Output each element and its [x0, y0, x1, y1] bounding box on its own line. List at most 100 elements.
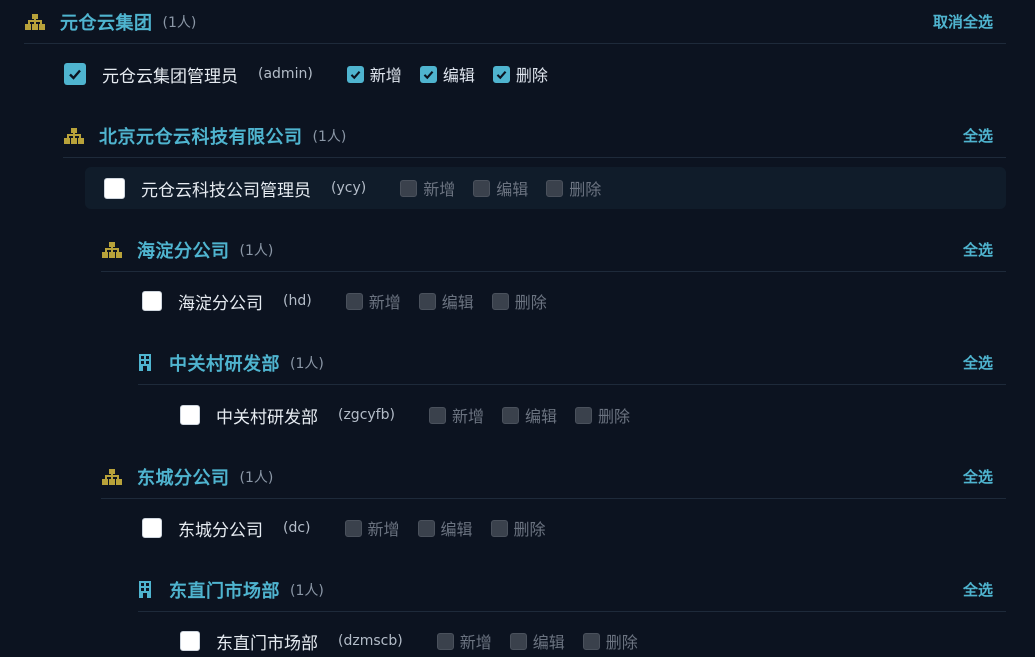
- checkbox-add: [428, 406, 446, 424]
- checkbox-delete: [546, 179, 564, 197]
- checkbox-delete: [582, 632, 600, 650]
- perm-label: 删除: [515, 66, 548, 85]
- user-name: 元仓云集团管理员: [102, 66, 238, 87]
- user-name: 东城分公司: [178, 520, 263, 541]
- perm-label: 删除: [513, 520, 546, 539]
- group-title: 北京元仓云科技有限公司: [99, 126, 303, 148]
- user-checkbox[interactable]: [142, 518, 162, 538]
- perm-label: 编辑: [524, 407, 557, 426]
- perm-delete: 删除: [582, 629, 638, 653]
- group-count: (1人): [290, 582, 324, 599]
- group-header-haidian: 海淀分公司 (1人) 全选: [101, 228, 1006, 272]
- user-code: (dc): [283, 520, 311, 536]
- group-title: 海淀分公司: [137, 240, 230, 262]
- select-all-button[interactable]: 全选: [963, 239, 993, 260]
- org-tree-icon: [24, 13, 46, 31]
- select-all-button[interactable]: 全选: [963, 125, 993, 146]
- perm-add: 新增: [400, 176, 455, 200]
- checkbox-add: [344, 519, 362, 537]
- perm-edit: 编辑: [509, 629, 565, 653]
- perm-label: 编辑: [532, 633, 565, 652]
- group-header-beijing: 北京元仓云科技有限公司 (1人) 全选: [63, 114, 1006, 158]
- perm-label: 删除: [569, 180, 602, 199]
- perm-delete: 删除: [575, 403, 630, 427]
- checkbox-add: [345, 292, 363, 310]
- user-name: 东直门市场部: [216, 633, 318, 654]
- perm-label: 编辑: [441, 293, 474, 312]
- perm-label: 删除: [598, 407, 631, 426]
- user-code: (admin): [258, 66, 313, 82]
- deselect-all-button[interactable]: 取消全选: [933, 11, 993, 32]
- user-code: (ycy): [331, 180, 367, 196]
- user-name: 元仓云科技公司管理员: [141, 180, 311, 201]
- building-icon: [138, 354, 152, 372]
- perm-edit[interactable]: 编辑: [419, 62, 475, 86]
- building-icon: [138, 581, 152, 599]
- org-tree-icon: [101, 241, 123, 259]
- perm-label: 编辑: [440, 520, 473, 539]
- user-name: 海淀分公司: [178, 293, 263, 314]
- user-checkbox[interactable]: [142, 291, 162, 311]
- checkbox-add[interactable]: [346, 65, 364, 83]
- group-header-dongcheng: 东城分公司 (1人) 全选: [101, 455, 1006, 499]
- org-tree-icon: [101, 468, 123, 486]
- perm-label: 删除: [605, 633, 638, 652]
- checkbox-add: [400, 179, 418, 197]
- user-code: (hd): [283, 293, 312, 309]
- permission-tree: 元仓云集团 (1人) 取消全选 元仓云集团管理员 (admin) 新增 编辑 删…: [0, 0, 1035, 657]
- checkbox-delete[interactable]: [492, 65, 510, 83]
- user-row-hd: 海淀分公司 (hd) 新增 编辑 删除: [142, 280, 565, 322]
- user-code: (dzmscb): [338, 633, 403, 649]
- checkbox-add: [436, 632, 454, 650]
- user-row-admin: 元仓云集团管理员 (admin) 新增 编辑 删除: [64, 53, 566, 95]
- user-checkbox[interactable]: [180, 631, 200, 651]
- checkbox-edit: [473, 179, 491, 197]
- user-checkbox[interactable]: [104, 177, 125, 199]
- group-count: (1人): [162, 14, 197, 31]
- perm-label: 新增: [367, 520, 400, 539]
- checkbox-delete: [491, 292, 509, 310]
- group-title: 元仓云集团: [60, 12, 153, 34]
- checkbox-edit[interactable]: [419, 65, 437, 83]
- perm-add[interactable]: 新增: [346, 62, 402, 86]
- checkbox-delete: [490, 519, 508, 537]
- user-row-zgcyfb: 中关村研发部 (zgcyfb) 新增 编辑 删除: [180, 394, 648, 436]
- perm-add: 新增: [436, 629, 492, 653]
- perm-label: 新增: [423, 180, 456, 199]
- perm-add: 新增: [344, 516, 400, 540]
- select-all-button[interactable]: 全选: [963, 579, 993, 600]
- checkbox-edit: [501, 406, 519, 424]
- select-all-button[interactable]: 全选: [963, 352, 993, 373]
- checkbox-edit: [509, 632, 527, 650]
- checkbox-edit: [417, 519, 435, 537]
- perm-label: 新增: [459, 633, 492, 652]
- perm-label: 新增: [369, 66, 402, 85]
- perm-label: 编辑: [496, 180, 529, 199]
- group-header-dongzhimen: 东直门市场部 (1人) 全选: [138, 568, 1006, 612]
- group-title: 中关村研发部: [169, 353, 280, 375]
- perm-label: 删除: [514, 293, 547, 312]
- perm-add: 新增: [428, 403, 484, 427]
- perm-edit: 编辑: [473, 176, 528, 200]
- user-checkbox[interactable]: [64, 63, 86, 85]
- perm-delete: 删除: [490, 516, 546, 540]
- perm-delete: 删除: [546, 176, 601, 200]
- perm-add: 新增: [345, 289, 401, 313]
- select-all-button[interactable]: 全选: [963, 466, 993, 487]
- checkbox-edit: [418, 292, 436, 310]
- org-tree-icon: [63, 127, 85, 145]
- user-row-dc: 东城分公司 (dc) 新增 编辑 删除: [142, 507, 564, 549]
- group-title: 东城分公司: [137, 467, 230, 489]
- user-row-ycy: 元仓云科技公司管理员 (ycy) 新增 编辑 删除: [85, 167, 1006, 209]
- user-row-dzmscb: 东直门市场部 (dzmscb) 新增 编辑 删除: [180, 620, 656, 657]
- group-title: 东直门市场部: [169, 580, 280, 602]
- user-name: 中关村研发部: [216, 407, 318, 428]
- group-count: (1人): [239, 242, 274, 259]
- perm-delete[interactable]: 删除: [492, 62, 548, 86]
- perm-edit: 编辑: [501, 403, 557, 427]
- user-checkbox[interactable]: [180, 405, 200, 425]
- group-count: (1人): [290, 355, 324, 372]
- perm-label: 新增: [451, 407, 484, 426]
- perm-edit: 编辑: [418, 289, 474, 313]
- group-count: (1人): [312, 128, 347, 145]
